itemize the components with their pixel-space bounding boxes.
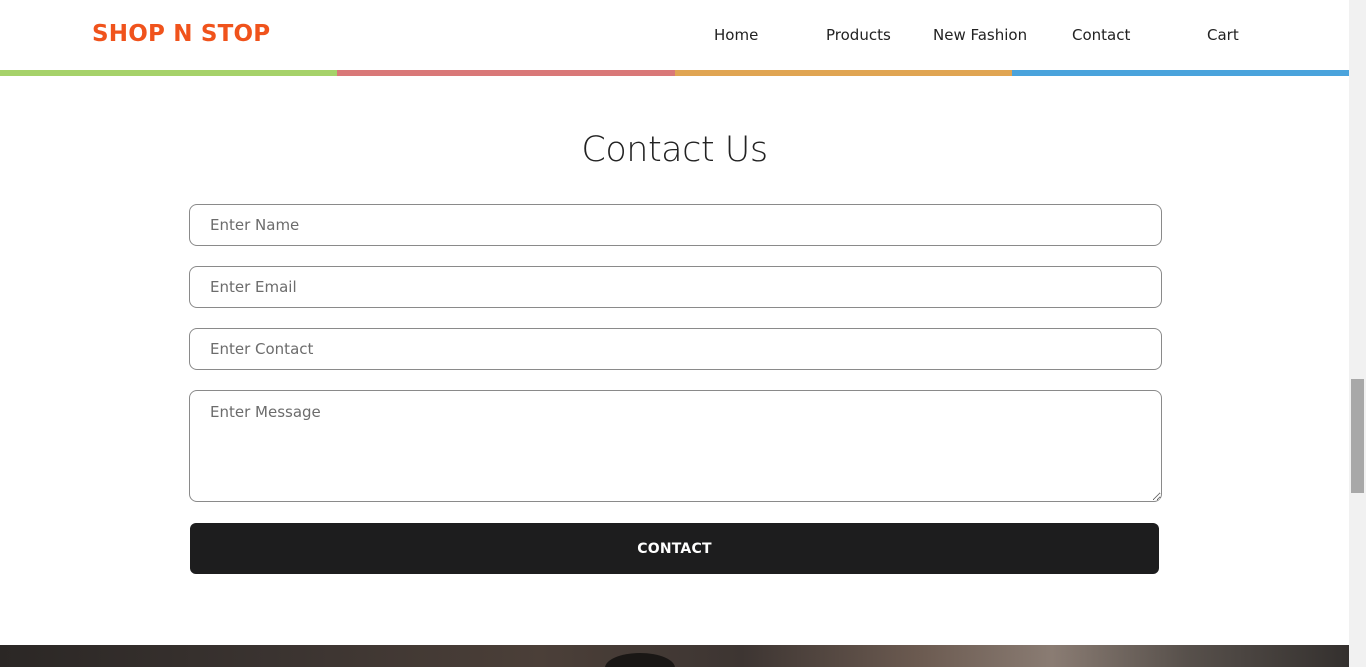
nav-new-fashion[interactable]: New Fashion (933, 26, 1027, 44)
contact-title: Contact Us (581, 130, 768, 170)
hero-image-strip (0, 645, 1349, 667)
message-field[interactable] (189, 390, 1162, 502)
scrollbar-thumb[interactable] (1351, 379, 1364, 493)
nav-home[interactable]: Home (714, 26, 758, 44)
nav-contact[interactable]: Contact (1072, 26, 1130, 44)
header-stripe-orange (675, 70, 1012, 76)
page-scrollbar[interactable] (1349, 0, 1366, 667)
header-stripe-blue (1012, 70, 1349, 76)
name-field[interactable] (189, 204, 1162, 246)
header-stripe-green (0, 70, 337, 76)
brand-logo[interactable]: SHOP N STOP (92, 21, 270, 47)
nav-cart[interactable]: Cart (1207, 26, 1239, 44)
nav-products[interactable]: Products (826, 26, 891, 44)
contact-number-field[interactable] (189, 328, 1162, 370)
header-stripe-red (337, 70, 675, 76)
site-header: SHOP N STOP Home Products New Fashion Co… (0, 0, 1349, 70)
email-field[interactable] (189, 266, 1162, 308)
contact-submit-button[interactable]: CONTACT (190, 523, 1159, 574)
hero-image-figure (605, 653, 675, 667)
page: SHOP N STOP Home Products New Fashion Co… (0, 0, 1349, 667)
